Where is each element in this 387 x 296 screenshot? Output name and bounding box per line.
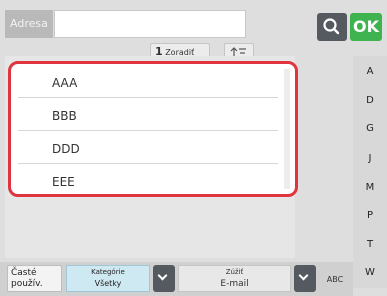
index-letter[interactable]: W (353, 267, 387, 278)
filter-dropdown-button[interactable] (294, 265, 316, 292)
address-input[interactable] (54, 10, 246, 38)
address-label: Adresa (5, 10, 53, 38)
scrollbar[interactable] (284, 69, 290, 189)
index-letter[interactable]: D (353, 95, 387, 106)
chevron-down-icon (298, 270, 309, 281)
category-button[interactable]: Kategórie Všetky (66, 265, 150, 292)
list-item-label: BBB (52, 109, 77, 123)
list-item[interactable]: AAA (18, 69, 278, 98)
index-letter[interactable]: G (353, 123, 387, 134)
list-item-label: DDD (52, 142, 80, 156)
frequently-used-button[interactable]: Časté použív. (7, 265, 62, 292)
abc-button[interactable]: ABC (318, 268, 352, 292)
list-item-label: EEE (52, 175, 75, 189)
index-letter[interactable]: M (353, 182, 387, 193)
filter-value: E-mail (220, 279, 249, 289)
list-item-label: AAA (52, 76, 78, 90)
list-item[interactable]: EEE (18, 168, 278, 194)
list-item[interactable]: DDD (18, 135, 278, 164)
filter-select[interactable]: Zúžiť E-mail (178, 265, 291, 292)
index-letter[interactable]: A (353, 66, 387, 77)
category-caption: Kategórie (91, 268, 125, 276)
category-dropdown-button[interactable] (153, 265, 175, 292)
index-letter[interactable]: P (353, 210, 387, 221)
ok-button[interactable]: OK (350, 13, 382, 41)
search-icon (323, 18, 340, 35)
search-button[interactable] (317, 13, 347, 41)
filter-caption: Zúžiť (225, 268, 244, 276)
index-letter[interactable]: T (353, 239, 387, 250)
list-item[interactable]: BBB (18, 102, 278, 131)
category-value: Všetky (94, 279, 122, 288)
index-bar: A D G J M P T W (353, 56, 387, 288)
index-letter[interactable]: J (353, 153, 387, 164)
address-book-screen: Adresa OK 1 Zoradiť AAA BBB DDD EEE A D … (0, 0, 387, 296)
chevron-down-icon (157, 270, 168, 281)
address-list-highlight: AAA BBB DDD EEE (8, 61, 298, 197)
